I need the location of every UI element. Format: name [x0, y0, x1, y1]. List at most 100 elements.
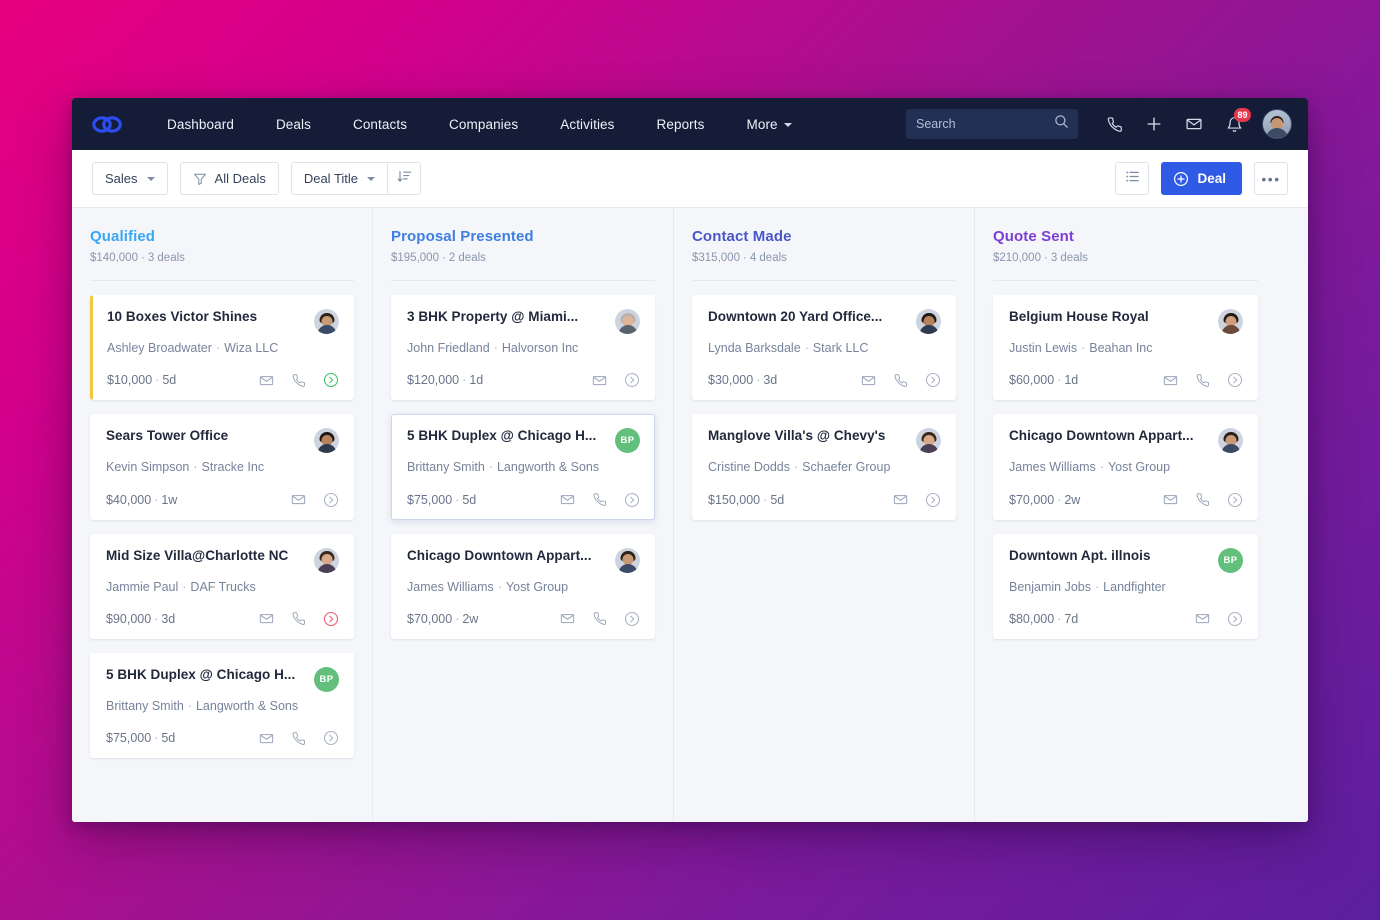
deal-amount-age: $90,000 · 3d: [106, 612, 175, 626]
mail-icon[interactable]: [259, 373, 274, 388]
deal-title: Chicago Downtown Appart...: [407, 547, 592, 563]
deal-card[interactable]: Chicago Downtown Appart... James Williams…: [993, 414, 1258, 520]
card-avatar-photo: [314, 309, 339, 334]
chevron-circle-right-icon[interactable]: [323, 730, 339, 746]
deal-contact-company: Jammie Paul · DAF Trucks: [106, 579, 339, 595]
deal-card[interactable]: Sears Tower Office Kevin Simpson · Stracke …: [90, 414, 354, 520]
chevron-circle-right-icon[interactable]: [624, 492, 640, 508]
separator: ·: [1099, 460, 1104, 475]
more-options-button[interactable]: •••: [1254, 162, 1288, 195]
deal-company-name: Stracke Inc: [201, 460, 265, 475]
deal-contact-name: Benjamin Jobs: [1009, 579, 1091, 594]
deal-company-name: Yost Group: [505, 579, 569, 594]
phone-icon[interactable]: [291, 611, 306, 626]
deal-card[interactable]: Mid Size Villa@Charlotte NC Jammie Paul · D…: [90, 533, 354, 639]
nav-link-companies[interactable]: Companies: [428, 111, 539, 138]
mail-icon[interactable]: [560, 492, 575, 507]
deal-contact-company: Benjamin Jobs · Landfighter: [1009, 579, 1243, 595]
mail-icon[interactable]: [893, 492, 908, 507]
nav-link-activities[interactable]: Activities: [539, 111, 635, 138]
chevron-circle-right-icon[interactable]: [1227, 372, 1243, 388]
chain-link-logo-icon[interactable]: [90, 112, 124, 136]
list-view-button[interactable]: [1115, 162, 1150, 195]
add-deal-button[interactable]: Deal: [1161, 162, 1242, 195]
deal-card[interactable]: Downtown 20 Yard Office... Lynda Barksdal…: [692, 295, 956, 401]
search-icon[interactable]: [1054, 114, 1069, 134]
card-action-icons: [259, 372, 339, 388]
search-input[interactable]: Search: [906, 109, 1078, 139]
bell-icon[interactable]: 89: [1214, 104, 1254, 144]
phone-icon[interactable]: [291, 373, 306, 388]
nav-link-dashboard[interactable]: Dashboard: [146, 111, 255, 138]
phone-icon[interactable]: [1195, 492, 1210, 507]
separator: ·: [193, 460, 198, 475]
deal-card[interactable]: Chicago Downtown Appart... James Williams…: [391, 533, 655, 639]
chevron-circle-right-icon[interactable]: [925, 372, 941, 388]
phone-icon[interactable]: [592, 492, 607, 507]
deal-amount-age: $150,000 · 5d: [708, 493, 784, 507]
chevron-circle-right-icon[interactable]: [1227, 611, 1243, 627]
mail-icon[interactable]: [1195, 611, 1210, 626]
card-footer: $70,000 · 2w: [407, 611, 640, 627]
chevron-circle-right-icon[interactable]: [925, 492, 941, 508]
avatar-body: [919, 325, 938, 334]
deal-card[interactable]: 3 BHK Property @ Miami... John Friedland ·…: [391, 295, 655, 401]
column-summary: $195,000 · 2 deals: [391, 252, 655, 281]
mail-icon[interactable]: [291, 492, 306, 507]
sort-field-selector[interactable]: Deal Title: [290, 162, 388, 195]
card-header: Mid Size Villa@Charlotte NC: [106, 547, 339, 573]
plus-icon[interactable]: [1134, 104, 1174, 144]
deal-company-name: Yost Group: [1107, 460, 1171, 475]
chevron-circle-right-icon[interactable]: [1227, 492, 1243, 508]
deal-contact-name: Kevin Simpson: [106, 460, 190, 475]
phone-icon[interactable]: [592, 611, 607, 626]
app-window: Dashboard Deals Contacts Companies Activitie…: [72, 98, 1308, 822]
chevron-circle-right-icon[interactable]: [323, 372, 339, 388]
nav-link-deals[interactable]: Deals: [255, 111, 332, 138]
deal-card[interactable]: 10 Boxes Victor Shines Ashley Broadwater ·…: [90, 295, 354, 401]
sort-descending-icon: [397, 169, 412, 189]
chevron-circle-right-icon[interactable]: [323, 492, 339, 508]
mail-icon[interactable]: [560, 611, 575, 626]
deal-title: Chicago Downtown Appart...: [1009, 428, 1194, 444]
mail-icon[interactable]: [1174, 104, 1214, 144]
top-navigation-bar: Dashboard Deals Contacts Companies Activitie…: [72, 98, 1308, 150]
mail-icon[interactable]: [1163, 373, 1178, 388]
mail-icon[interactable]: [1163, 492, 1178, 507]
pipeline-selector[interactable]: Sales: [92, 162, 168, 195]
deal-amount: $75,000: [106, 731, 152, 745]
card-footer: $75,000 · 5d: [407, 492, 640, 508]
deal-card[interactable]: Downtown Apt. illnois BP Benjamin Jobs · Lan…: [993, 533, 1258, 639]
deal-card[interactable]: Belgium House Royal Justin Lewis · Beahan I…: [993, 295, 1258, 401]
separator: ·: [441, 252, 446, 264]
separator: ·: [793, 460, 799, 475]
phone-icon[interactable]: [1195, 373, 1210, 388]
deal-title: Belgium House Royal: [1009, 309, 1149, 324]
card-action-icons: [1163, 372, 1243, 388]
nav-link-reports[interactable]: Reports: [636, 111, 726, 138]
filter-all-deals-button[interactable]: All Deals: [179, 162, 279, 195]
phone-icon[interactable]: [893, 373, 908, 388]
avatar-body: [317, 563, 336, 573]
deal-card[interactable]: 5 BHK Duplex @ Chicago H... BP Brittany Sm…: [90, 652, 354, 758]
avatar-body: [317, 325, 336, 334]
nav-link-more[interactable]: More: [725, 111, 812, 138]
mail-icon[interactable]: [861, 373, 876, 388]
sort-direction-button[interactable]: [387, 162, 422, 195]
mail-icon[interactable]: [259, 731, 274, 746]
sort-field-label: Deal Title: [303, 171, 359, 186]
card-action-icons: [1163, 492, 1243, 508]
phone-icon[interactable]: [291, 731, 306, 746]
mail-icon[interactable]: [259, 611, 274, 626]
nav-link-contacts[interactable]: Contacts: [332, 111, 428, 138]
deal-contact-company: Lynda Barksdale · Stark LLC: [708, 340, 941, 356]
mail-icon[interactable]: [592, 373, 607, 388]
phone-icon[interactable]: [1094, 104, 1134, 144]
chevron-circle-right-icon[interactable]: [624, 372, 640, 388]
deal-card[interactable]: 5 BHK Duplex @ Chicago H... BP Brittany Sm…: [391, 414, 655, 520]
deal-contact-name: Ashley Broadwater: [107, 341, 212, 355]
user-avatar[interactable]: [1262, 109, 1292, 139]
chevron-circle-right-icon[interactable]: [624, 611, 640, 627]
chevron-circle-right-icon[interactable]: [323, 611, 339, 627]
deal-card[interactable]: Manglove Villa's @ Chevy's Cristine Dodds…: [692, 414, 956, 520]
